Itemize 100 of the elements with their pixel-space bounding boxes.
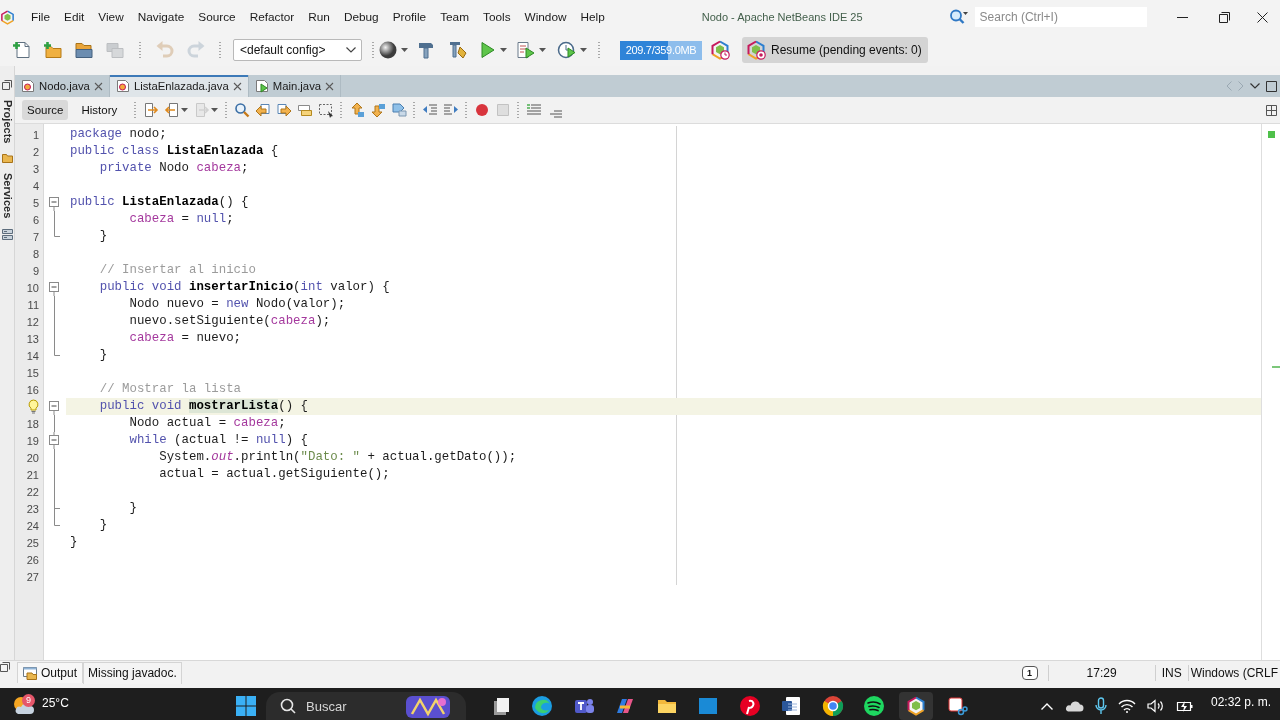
folder-icon[interactable]: [73, 40, 94, 60]
taskbar-app[interactable]: [898, 692, 933, 720]
line-number: 10: [26, 281, 39, 294]
caret-icon[interactable]: [580, 48, 587, 52]
code-line: public class ListaEnlazada {: [69, 143, 280, 160]
collapse-icon[interactable]: [49, 197, 59, 211]
speaker-icon[interactable]: [1146, 699, 1165, 713]
folder-icon[interactable]: [1, 153, 13, 164]
cloud-icon[interactable]: [1063, 700, 1084, 712]
microphone-icon[interactable]: [1094, 697, 1107, 715]
menu-item[interactable]: Navigate: [130, 0, 192, 34]
split-icon[interactable]: [1266, 104, 1277, 116]
menu-item[interactable]: Source: [191, 0, 243, 34]
bookmark-icon[interactable]: [390, 102, 407, 118]
code-line: // Insertar al inicio: [98, 262, 257, 279]
line-number: 2: [32, 145, 39, 158]
line-ending: Windows (CRLF: [1189, 665, 1279, 680]
shift-right-icon[interactable]: [442, 102, 459, 118]
search-icon[interactable]: [948, 9, 968, 25]
menu-item[interactable]: Debug: [336, 0, 386, 34]
config-select[interactable]: <default config>: [233, 39, 362, 61]
restore-icon[interactable]: [0, 662, 10, 672]
cube-clock-icon[interactable]: [710, 40, 730, 60]
line-number: 20: [26, 451, 39, 464]
clock[interactable]: 02:32 p. m.: [1210, 695, 1271, 709]
find-previous-icon[interactable]: [254, 102, 271, 118]
menu-item[interactable]: Edit: [57, 0, 92, 34]
line-number: 21: [26, 468, 39, 481]
four-squares-icon[interactable]: [235, 695, 257, 717]
menu-item[interactable]: Team: [433, 0, 476, 34]
menu-item[interactable]: Help: [573, 0, 612, 34]
app-logo-icon: [0, 9, 15, 25]
swirl-icon: [531, 695, 554, 717]
line-number: 1: [32, 128, 39, 141]
find-next-icon[interactable]: [275, 102, 292, 118]
menu-item[interactable]: View: [91, 0, 131, 34]
line-number: 6: [32, 213, 39, 226]
code-line: public void insertarInicio(int valor) {: [98, 279, 391, 296]
side-tab[interactable]: Projects: [0, 100, 14, 144]
search-field[interactable]: Search (Ctrl+I): [974, 7, 1147, 27]
menu-item[interactable]: File: [24, 0, 57, 34]
collapse-icon[interactable]: [49, 432, 59, 449]
server-icon[interactable]: [1, 228, 13, 240]
output-tab[interactable]: Output: [17, 662, 84, 683]
menu-item[interactable]: Run: [301, 0, 337, 34]
editor-tab[interactable]: ListaEnlazada.java: [109, 75, 249, 97]
hammer-icon[interactable]: [416, 40, 436, 60]
window-title: Nodo - Apache NetBeans IDE 25: [701, 10, 863, 24]
clock-play-icon[interactable]: [557, 40, 577, 60]
new-folder-icon[interactable]: [42, 40, 63, 60]
document-arrow-icon[interactable]: [142, 102, 159, 118]
search-bar[interactable]: Buscar: [266, 692, 466, 720]
status-ok-icon: [1267, 131, 1275, 138]
new-file-icon[interactable]: [11, 40, 32, 60]
dashed-rectangle-icon[interactable]: [317, 102, 334, 118]
round-logo-icon: [821, 695, 844, 717]
run-file-icon[interactable]: [516, 40, 536, 60]
line-number: 23: [26, 502, 39, 515]
line-number: 12: [26, 315, 39, 328]
menu-item[interactable]: Tools: [476, 0, 518, 34]
restore-icon[interactable]: [2, 80, 12, 90]
battery-charging-icon[interactable]: [1175, 699, 1194, 713]
code-line: Nodo actual = cabeza;: [128, 415, 287, 432]
menu-item[interactable]: Profile: [385, 0, 434, 34]
line-number: 11: [27, 298, 39, 311]
search-field[interactable]: Buscar: [306, 698, 396, 714]
record-icon[interactable]: [473, 102, 490, 118]
collapse-icon[interactable]: [49, 282, 59, 296]
search-icon[interactable]: [233, 102, 250, 118]
shift-left-icon[interactable]: [421, 102, 438, 118]
arrow-down-icon[interactable]: [369, 102, 386, 118]
restore-icon[interactable]: [1218, 11, 1230, 23]
code-line: Nodo nuevo = new Nodo(valor);: [128, 296, 347, 313]
maximize-icon[interactable]: [1266, 80, 1277, 92]
caret-icon[interactable]: [500, 48, 507, 52]
hammer-brush-icon[interactable]: [448, 40, 468, 60]
line-number: 27: [26, 570, 39, 583]
resume-button[interactable]: Resume (pending events: 0): [742, 37, 928, 63]
code-line: package nodo;: [69, 126, 168, 143]
view-tab[interactable]: Source: [22, 100, 69, 120]
notification-bubble[interactable]: 1: [1021, 665, 1038, 680]
collapse-icon[interactable]: [49, 401, 59, 415]
chevron-up-icon[interactable]: [1040, 702, 1053, 710]
highlight-icon[interactable]: [296, 102, 313, 118]
temperature[interactable]: 25°C: [42, 696, 69, 710]
close-icon[interactable]: [1256, 11, 1268, 23]
status-message: Missing javadoc.: [83, 662, 182, 684]
chevron-down-icon[interactable]: [1250, 83, 1260, 89]
arcs-icon: [863, 695, 886, 717]
document-back-icon[interactable]: [164, 102, 181, 118]
caret-icon[interactable]: [401, 48, 408, 52]
code-line: private Nodo cabeza;: [98, 160, 250, 177]
view-tab[interactable]: History: [76, 100, 123, 120]
caret-icon[interactable]: [539, 48, 546, 52]
caret-icon[interactable]: [181, 108, 189, 112]
wifi-icon[interactable]: [1117, 699, 1136, 713]
side-tab[interactable]: Services: [0, 173, 14, 219]
globe-icon[interactable]: [378, 40, 398, 60]
menu-item[interactable]: Window: [517, 0, 574, 34]
menu-item[interactable]: Refactor: [242, 0, 302, 34]
